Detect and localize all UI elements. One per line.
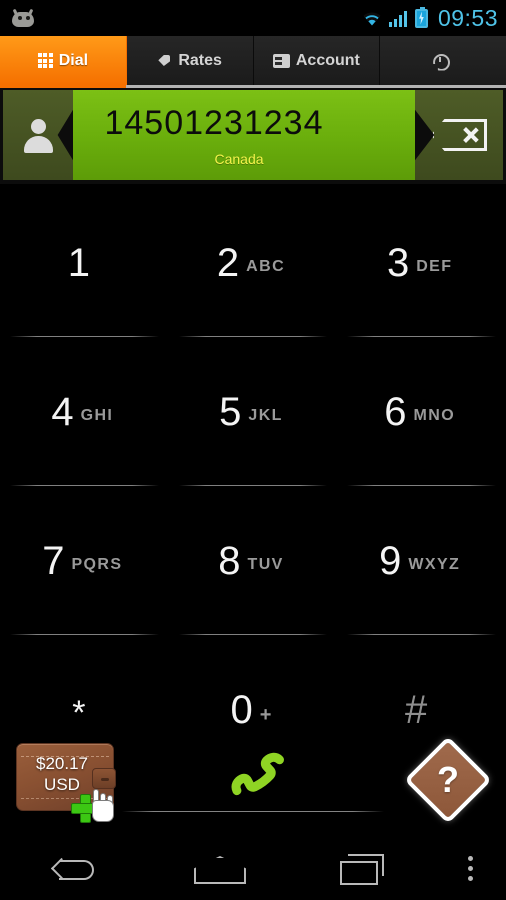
- battery-charging-icon: [414, 6, 428, 28]
- key-3-digit: 3: [386, 240, 410, 285]
- key-9-digit: 9: [379, 538, 402, 583]
- number-display-area: 14501231234 Canada: [0, 88, 506, 186]
- key-5-letters: JKL: [248, 406, 283, 424]
- key-7-letters: PQRS: [71, 555, 123, 573]
- back-icon: [51, 855, 95, 881]
- backspace-button[interactable]: [415, 90, 503, 180]
- tab-rates[interactable]: Rates: [126, 36, 254, 85]
- system-nav-bar: [0, 836, 506, 900]
- number-display: 14501231234 Canada: [3, 90, 503, 180]
- hand-cursor-icon: [90, 787, 116, 823]
- tab-dial[interactable]: Dial: [0, 36, 127, 88]
- key-7[interactable]: 7 PQRS: [0, 486, 169, 635]
- tab-dial-label: Dial: [58, 51, 89, 69]
- country-label: Canada: [214, 150, 264, 167]
- key-2-letters: ABC: [246, 257, 286, 275]
- nav-overflow-button[interactable]: [436, 836, 506, 900]
- tab-rates-label: Rates: [178, 51, 222, 69]
- keypad-grid-icon: [37, 53, 53, 68]
- wallet-amount: $20.17: [36, 754, 88, 773]
- overflow-menu-icon: [467, 853, 475, 883]
- key-8-digit: 8: [218, 538, 241, 583]
- status-bar: 09:53: [0, 0, 506, 36]
- key-2[interactable]: 2 ABC: [169, 188, 338, 337]
- account-card-icon: [272, 53, 290, 68]
- call-handset-icon: [227, 745, 297, 815]
- history-icon: [431, 52, 449, 70]
- tab-account-label: Account: [295, 51, 360, 69]
- key-4-letters: GHI: [80, 406, 114, 424]
- key-3[interactable]: 3 DEF: [337, 188, 506, 337]
- backspace-delete-icon: [431, 119, 487, 151]
- dialer-app-screen: 09:53 Dial Rates Account 14501231234 Can…: [0, 0, 506, 900]
- key-8[interactable]: 8 TUV: [169, 486, 338, 635]
- key-9[interactable]: 9 WXYZ: [337, 486, 506, 635]
- android-robot-icon: [10, 8, 36, 28]
- dialed-number-text: 14501231234: [104, 103, 324, 142]
- key-6-digit: 6: [384, 389, 407, 434]
- key-5-digit: 5: [219, 389, 242, 434]
- recent-apps-icon: [340, 853, 386, 885]
- contact-person-icon: [21, 118, 55, 153]
- key-9-letters: WXYZ: [408, 555, 461, 573]
- key-4-digit: 4: [51, 389, 74, 434]
- dialed-number-field[interactable]: 14501231234 Canada: [73, 90, 415, 180]
- dial-keypad: 1 2 ABC 3 DEF 4 GHI 5 JKL 6 MNO 7 PQRS 8: [0, 188, 506, 784]
- key-8-letters: TUV: [247, 555, 284, 573]
- help-question-mark: ?: [437, 759, 459, 800]
- wifi-icon: [361, 9, 383, 27]
- key-1[interactable]: 1: [0, 188, 169, 337]
- key-3-letters: DEF: [416, 257, 453, 275]
- key-4[interactable]: 4 GHI: [0, 337, 169, 486]
- status-clock: 09:53: [437, 4, 498, 31]
- contact-button[interactable]: [3, 90, 73, 180]
- key-5[interactable]: 5 JKL: [169, 337, 338, 486]
- call-button[interactable]: [124, 737, 400, 823]
- wallet-balance-button[interactable]: $20.17 USD: [12, 737, 124, 823]
- key-7-digit: 7: [42, 538, 65, 583]
- tab-history[interactable]: [380, 36, 506, 85]
- status-icons: 09:53: [361, 5, 498, 32]
- nav-back-button[interactable]: [0, 836, 145, 900]
- action-bar: $20.17 USD ?: [0, 724, 506, 836]
- nav-recents-button[interactable]: [291, 836, 436, 900]
- key-2-digit: 2: [216, 240, 240, 285]
- home-icon: [190, 853, 246, 883]
- tab-account[interactable]: Account: [253, 36, 381, 85]
- help-button[interactable]: ?: [400, 734, 496, 826]
- cellular-signal-icon: [388, 9, 409, 27]
- key-6[interactable]: 6 MNO: [337, 337, 506, 486]
- key-1-digit: 1: [67, 240, 90, 285]
- tab-bar: Dial Rates Account: [0, 36, 506, 88]
- nav-home-button[interactable]: [145, 836, 290, 900]
- key-6-letters: MNO: [413, 406, 456, 424]
- price-tag-icon: [157, 53, 172, 68]
